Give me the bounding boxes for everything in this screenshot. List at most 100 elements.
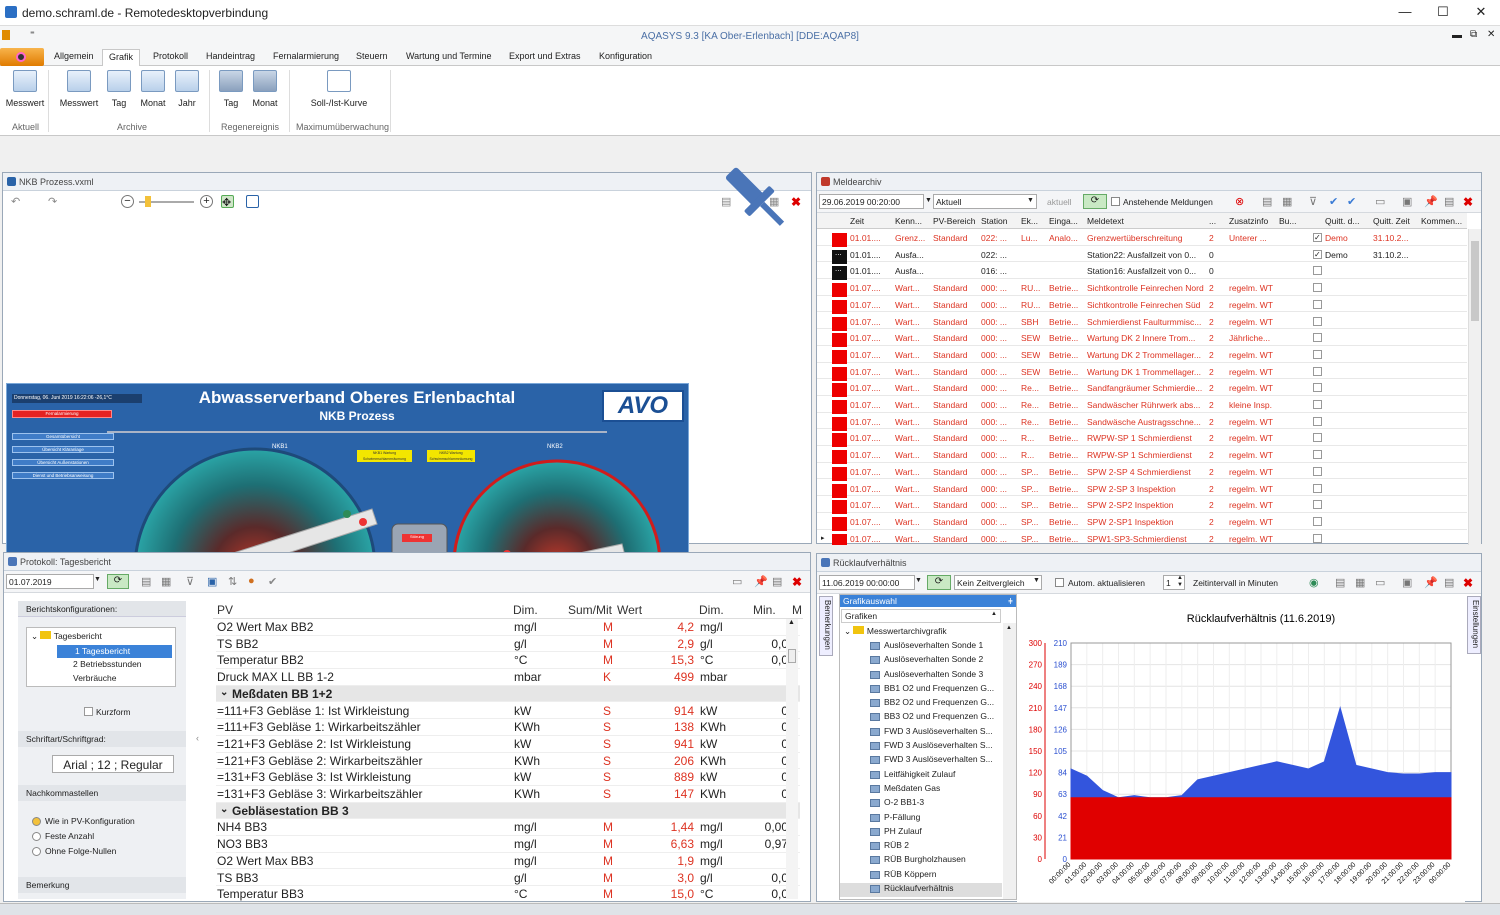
tree-item[interactable]: Auslöseverhalten Sonde 2 <box>840 654 1002 668</box>
quick-access-icon[interactable]: ⁼ <box>30 29 35 40</box>
app-restore-icon[interactable]: ⧉ <box>1470 29 1477 40</box>
tab-steuern[interactable]: Steuern <box>350 51 394 66</box>
jahr-archiv-button[interactable]: Jahr <box>167 70 207 108</box>
table-row[interactable]: =121+F3 Gebläse 2: Wirkarbeitszähler KWh S… <box>216 753 800 770</box>
table-row[interactable]: TS BB3 g/l M 3,0 g/l 0,0 <box>216 870 800 887</box>
maximize-icon[interactable]: ☐ <box>1428 4 1458 20</box>
archive-col-header[interactable]: Einga... <box>1049 216 1078 226</box>
compare-select[interactable]: Kein Zeitvergleich <box>954 575 1042 590</box>
ack-checkbox[interactable] <box>1313 433 1322 443</box>
ack-checkbox[interactable]: ✓ <box>1313 249 1322 259</box>
export-icon[interactable]: ▣ <box>1402 195 1415 208</box>
tree-item[interactable]: Leitfähigkeit Zulauf <box>840 769 1002 783</box>
pin-small-icon[interactable]: ǂ <box>1008 596 1013 606</box>
settings-icon[interactable]: ◉ <box>1309 576 1322 589</box>
tab-handeintrag[interactable]: Handeintrag <box>200 51 261 66</box>
archive-col-header[interactable]: ... <box>1209 216 1216 226</box>
tree-item[interactable]: FWD 3 Auslöseverhalten S... <box>840 754 1002 768</box>
filter-icon[interactable]: ⊽ <box>1309 195 1322 208</box>
tree-item[interactable]: FWD 3 Auslöseverhalten S... <box>840 740 1002 754</box>
alarm-stop-icon[interactable]: ⊗ <box>1235 195 1248 208</box>
tab-konfiguration[interactable]: Konfiguration <box>593 51 658 66</box>
expand-icon[interactable]: ⌄ <box>220 687 228 698</box>
ack-checkbox[interactable] <box>1313 533 1322 543</box>
close-panel-icon[interactable]: ✖ <box>1463 576 1476 590</box>
table-row[interactable]: Druck MAX LL BB 1-2 mbar K 499 mbar <box>216 669 800 686</box>
bemerkungen-side-tab[interactable]: Bemerkungen <box>819 596 833 656</box>
table-row[interactable]: =111+F3 Gebläse 1: Wirkarbeitszähler KWh S… <box>216 719 800 736</box>
table-row[interactable]: ... 01.01.... Ausfa... 022: ... Station22: A… <box>817 246 1467 264</box>
monitor-icon[interactable]: ▭ <box>1375 195 1388 208</box>
ack-checkbox[interactable] <box>1313 349 1322 359</box>
ack-checkbox[interactable] <box>1313 500 1322 510</box>
table-row[interactable]: =111+F3 Gebläse 1: Ist Wirkleistung kW S 91… <box>216 703 800 720</box>
monitor-icon[interactable]: ▭ <box>732 575 745 588</box>
sort-icon[interactable]: ⇅ <box>228 575 241 588</box>
chart-date-dropdown[interactable]: ▼ <box>915 577 922 584</box>
anstehende-checkbox[interactable] <box>1111 197 1120 206</box>
filter-icon[interactable]: ⊽ <box>186 575 199 588</box>
table-row[interactable]: 01.07.... Wart... Standard 000: ... SP... Bet… <box>817 463 1467 481</box>
scroll-thumb[interactable] <box>788 649 796 663</box>
minimize-icon[interactable]: — <box>1390 4 1420 19</box>
layout-icon[interactable]: ▤ <box>1444 195 1457 208</box>
app-close-icon[interactable]: ✕ <box>1487 29 1495 40</box>
app-minimize-icon[interactable]: ▬ <box>1452 30 1462 41</box>
redo-icon[interactable]: ↷ <box>48 195 61 208</box>
scroll-thumb[interactable] <box>1471 241 1479 321</box>
pin-small-icon[interactable]: 📌 <box>1424 576 1438 589</box>
table-row[interactable]: =121+F3 Gebläse 2: Ist Wirkleistung kW S 94… <box>216 736 800 753</box>
tree-item[interactable]: BB1 O2 und Frequenzen G... <box>840 683 1002 697</box>
table-row[interactable]: =131+F3 Gebläse 3: Wirkarbeitszähler KWh S… <box>216 786 800 803</box>
protocol-date-input[interactable]: 01.07.2019 <box>6 574 94 589</box>
undo-icon[interactable]: ↶ <box>11 195 24 208</box>
ack-checkbox[interactable] <box>1313 333 1322 343</box>
archive-scrollbar[interactable] <box>1468 229 1481 545</box>
tree-item[interactable]: BB3 O2 und Frequenzen G... <box>840 711 1002 725</box>
ack-checkbox[interactable] <box>1313 366 1322 376</box>
expand-icon[interactable]: ⌄ <box>220 804 228 815</box>
print-preview-icon[interactable]: ▦ <box>1355 576 1368 589</box>
color-icon[interactable]: ● <box>248 575 261 588</box>
refresh-icon[interactable]: ⟳ <box>927 575 951 590</box>
tree-item[interactable]: PH Zulauf <box>840 826 1002 840</box>
print-icon[interactable]: ▤ <box>1262 195 1275 208</box>
monat-regen-button[interactable]: Monat <box>245 70 285 108</box>
tree-item[interactable]: Auslöseverhalten Sonde 3 <box>840 669 1002 683</box>
ack-checkbox[interactable] <box>1313 266 1322 276</box>
table-row[interactable]: Temperatur BB3 °C M 15,0 °C 0,0 <box>216 886 800 901</box>
pin-small-icon[interactable]: 📌 <box>1424 195 1438 208</box>
protocol-date-dropdown[interactable]: ▼ <box>94 576 101 583</box>
app-menu-icon[interactable] <box>2 30 10 40</box>
tab-protokoll[interactable]: Protokoll <box>147 51 194 66</box>
col-min[interactable]: Min. <box>753 603 776 617</box>
table-row[interactable]: 01.07.... Wart... Standard 000: ... SP... Bet… <box>817 513 1467 531</box>
refresh-icon[interactable]: ⟳ <box>107 574 129 589</box>
archive-col-header[interactable]: Ek... <box>1021 216 1038 226</box>
ack-checkbox[interactable] <box>1313 450 1322 460</box>
table-row[interactable]: 01.07.... Wart... Standard 000: ... RU... Bet… <box>817 296 1467 314</box>
tab-wartung[interactable]: Wartung und Termine <box>400 51 498 66</box>
ack-checkbox[interactable] <box>1313 483 1322 493</box>
app-orb-button[interactable] <box>0 48 44 66</box>
table-row[interactable]: 01.07.... Wart... Standard 000: ... Re... Bet… <box>817 396 1467 414</box>
table-row[interactable]: 01.07.... Wart... Standard 000: ... SEW Betri… <box>817 329 1467 348</box>
close-panel-icon[interactable]: ✖ <box>792 575 805 589</box>
auto-refresh-checkbox[interactable] <box>1055 578 1064 587</box>
tab-export[interactable]: Export und Extras <box>503 51 587 66</box>
close-icon[interactable]: ✕ <box>1466 4 1496 20</box>
print-icon[interactable]: ▤ <box>1335 576 1348 589</box>
interval-stepper-icon[interactable]: ▲ ▼ <box>1177 575 1183 589</box>
table-row[interactable]: 01.07.... Wart... Standard 000: ... SBH Betri… <box>817 313 1467 331</box>
check-icon[interactable]: ✔ <box>268 575 281 588</box>
col-summit[interactable]: Sum/Mit <box>568 603 612 617</box>
table-row[interactable]: ▸ 01.07.... Wart... Standard 000: ... SP... Be… <box>817 530 1467 545</box>
archive-col-header[interactable]: Meldetext <box>1087 216 1124 226</box>
export-icon[interactable]: ▣ <box>1402 576 1415 589</box>
monitor-icon[interactable]: ▭ <box>1375 576 1388 589</box>
einstellungen-side-tab[interactable]: Einstellungen <box>1467 596 1481 654</box>
table-row[interactable]: 01.07.... Wart... Standard 000: ... R... Betr… <box>817 429 1467 448</box>
archive-col-header[interactable]: PV-Bereich <box>933 216 976 226</box>
tree-item[interactable]: RÜB Köppern <box>840 869 1002 883</box>
archive-col-header[interactable]: Quitt. Zeit <box>1373 216 1410 226</box>
